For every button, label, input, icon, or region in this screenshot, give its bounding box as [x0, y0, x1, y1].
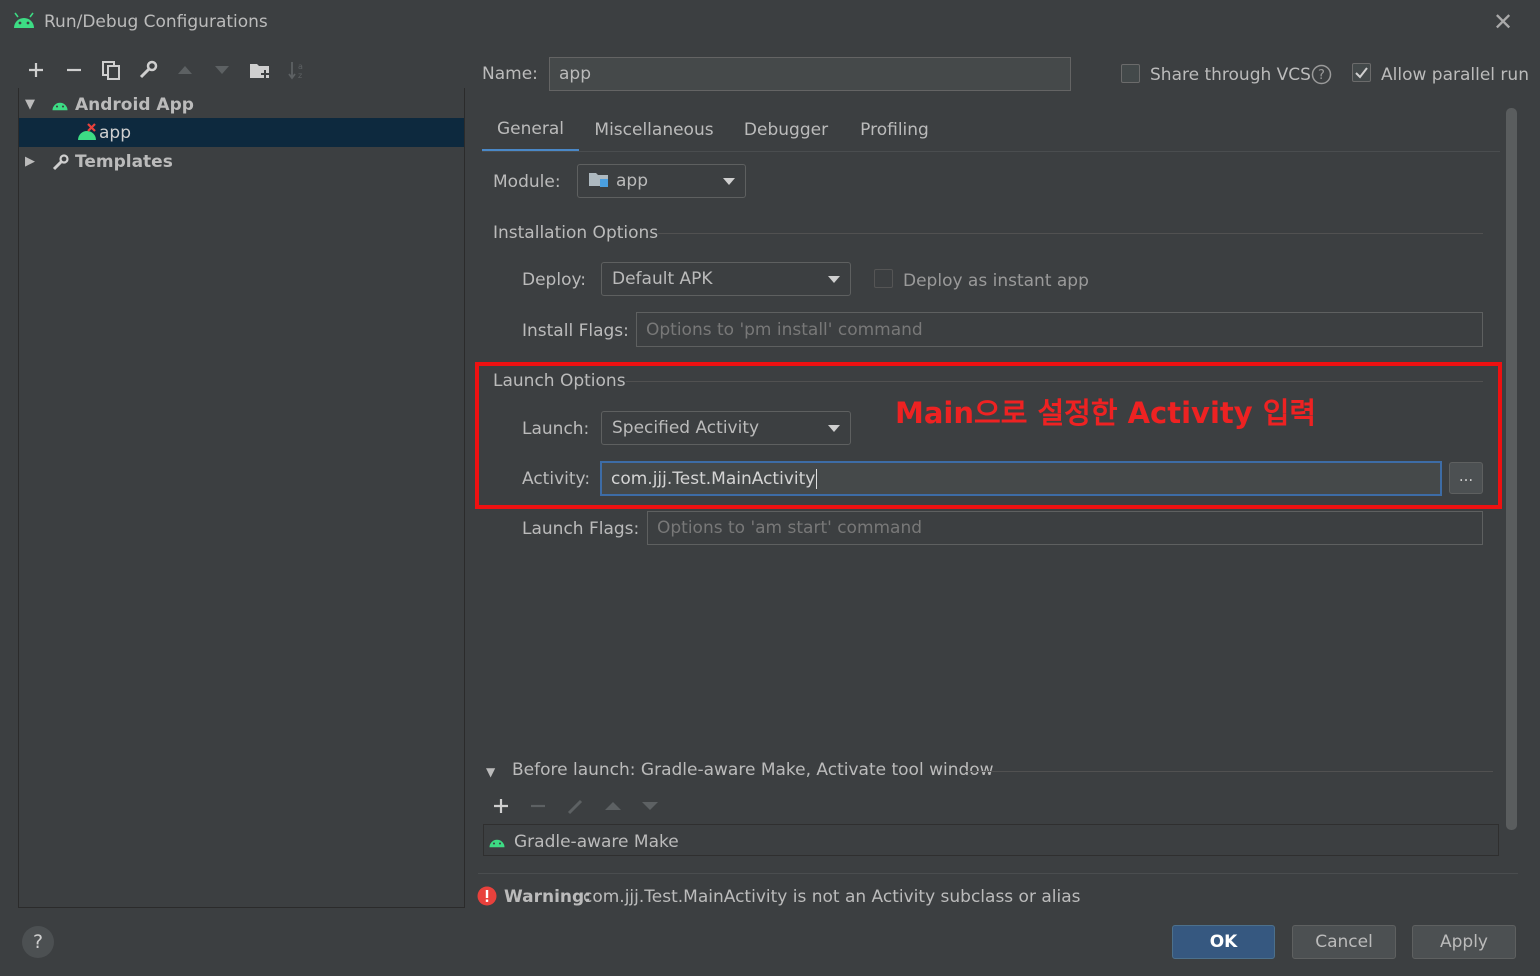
- tree-item-label: app: [99, 122, 131, 143]
- wrench-icon[interactable]: [134, 56, 162, 84]
- move-up-icon[interactable]: [171, 56, 199, 84]
- deploy-select[interactable]: Default APK: [601, 262, 851, 296]
- annotation-text: Main으로 설정한 Activity 입력: [895, 396, 1317, 430]
- launch-flags-label: Launch Flags:: [522, 519, 640, 539]
- ok-button[interactable]: OK: [1172, 925, 1275, 959]
- tree-group-label: Android App: [75, 94, 194, 115]
- android-icon: [51, 97, 69, 117]
- tab-miscellaneous[interactable]: Miscellaneous: [590, 108, 718, 152]
- tree-group-android-app[interactable]: ▼ Android App: [19, 90, 464, 119]
- before-launch-task-row[interactable]: Gradle-aware Make: [483, 824, 1499, 856]
- chevron-down-icon: [723, 178, 735, 185]
- install-flags-input[interactable]: Options to 'pm install' command: [636, 312, 1483, 347]
- instant-app-label: Deploy as instant app: [903, 271, 1089, 291]
- allow-parallel-label: Allow parallel run: [1381, 65, 1529, 85]
- help-circle-icon[interactable]: ?: [1311, 64, 1332, 90]
- warning-message: com.jjj.Test.MainActivity is not an Acti…: [583, 887, 1081, 907]
- move-task-down-icon[interactable]: [640, 796, 660, 821]
- installation-divider: [658, 233, 1483, 234]
- launch-flags-input[interactable]: Options to 'am start' command: [647, 511, 1483, 545]
- footer-divider: [478, 873, 1518, 874]
- copy-icon[interactable]: [97, 56, 125, 84]
- module-select[interactable]: app: [577, 164, 746, 198]
- install-flags-label: Install Flags:: [522, 321, 629, 341]
- tree-item-app[interactable]: app: [19, 118, 464, 147]
- add-icon[interactable]: [22, 56, 50, 84]
- android-icon: [488, 834, 506, 854]
- android-icon: [12, 12, 36, 35]
- before-launch-collapse-icon[interactable]: ▼: [486, 765, 495, 779]
- close-button[interactable]: ✕: [1490, 8, 1516, 36]
- svg-text:a: a: [298, 62, 303, 71]
- deploy-label: Deploy:: [522, 270, 587, 290]
- highlight-box: [475, 362, 1502, 509]
- module-value: app: [616, 171, 648, 191]
- move-task-up-icon[interactable]: [603, 796, 623, 821]
- tab-general[interactable]: General: [482, 108, 579, 152]
- android-error-icon: [77, 122, 99, 147]
- deploy-value: Default APK: [612, 269, 713, 289]
- vertical-scrollbar[interactable]: [1506, 108, 1517, 830]
- module-label: Module:: [493, 172, 561, 192]
- svg-text:?: ?: [1318, 68, 1325, 83]
- allow-parallel-checkbox[interactable]: [1352, 63, 1371, 82]
- collapse-arrow-icon[interactable]: ▶: [25, 154, 35, 169]
- before-launch-divider: [966, 771, 1493, 772]
- sort-icon[interactable]: az: [283, 56, 311, 84]
- cancel-button[interactable]: Cancel: [1292, 925, 1396, 959]
- svg-text:z: z: [298, 71, 302, 80]
- tree-templates-label: Templates: [75, 151, 173, 172]
- error-icon: [477, 886, 497, 911]
- instant-app-checkbox[interactable]: [874, 269, 893, 288]
- launch-flags-placeholder: Options to 'am start' command: [657, 518, 923, 538]
- installation-options-title: Installation Options: [493, 223, 659, 243]
- move-down-icon[interactable]: [208, 56, 236, 84]
- new-folder-icon[interactable]: [246, 56, 274, 84]
- expand-arrow-icon[interactable]: ▼: [25, 97, 35, 112]
- configuration-tree: ▼ Android App app ▶ Templates: [18, 88, 465, 908]
- window-title: Run/Debug Configurations: [44, 12, 268, 32]
- name-input[interactable]: app: [549, 57, 1071, 91]
- tree-group-templates[interactable]: ▶ Templates: [19, 147, 464, 176]
- wrench-icon: [51, 153, 69, 176]
- warning-prefix: Warning:: [504, 887, 592, 907]
- before-launch-header: Before launch: Gradle-aware Make, Activa…: [512, 760, 994, 780]
- apply-button[interactable]: Apply: [1412, 925, 1516, 959]
- checkmark-icon: [1355, 67, 1368, 79]
- tabs-divider: [482, 151, 1500, 152]
- install-flags-placeholder: Options to 'pm install' command: [646, 319, 923, 340]
- edit-task-icon[interactable]: [566, 796, 586, 821]
- share-vcs-checkbox[interactable]: [1121, 64, 1140, 83]
- remove-icon[interactable]: [60, 56, 88, 84]
- tab-profiling[interactable]: Profiling: [853, 108, 936, 152]
- help-button[interactable]: ?: [22, 926, 54, 958]
- tab-debugger[interactable]: Debugger: [738, 108, 834, 152]
- task-label: Gradle-aware Make: [514, 832, 679, 852]
- chevron-down-icon: [828, 276, 840, 283]
- name-label: Name:: [482, 64, 538, 84]
- share-vcs-label: Share through VCS: [1150, 65, 1311, 85]
- module-folder-icon: [588, 170, 610, 193]
- remove-task-icon[interactable]: [528, 796, 548, 821]
- add-task-icon[interactable]: [491, 796, 511, 821]
